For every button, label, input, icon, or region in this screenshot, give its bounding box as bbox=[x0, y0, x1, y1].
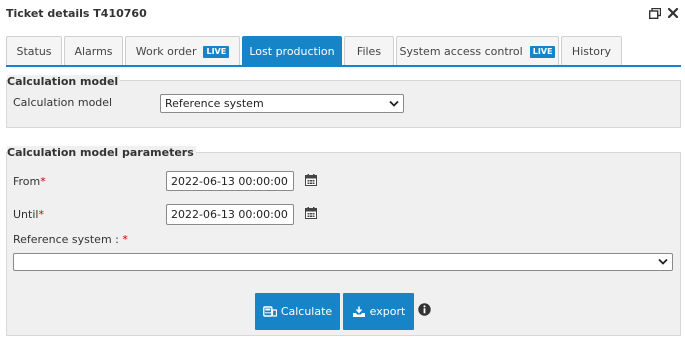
parameters-section-title: Calculation model parameters bbox=[7, 146, 196, 159]
until-label-text: Until bbox=[13, 208, 39, 221]
info-icon[interactable] bbox=[418, 303, 431, 316]
calculate-button[interactable]: Calculate bbox=[255, 293, 340, 330]
from-label: From* bbox=[13, 175, 46, 188]
tab-label: Lost production bbox=[249, 45, 335, 58]
from-label-text: From bbox=[13, 175, 41, 188]
tab-label: Files bbox=[356, 45, 382, 58]
calculation-model-label: Calculation model bbox=[13, 96, 113, 109]
calculate-label: Calculate bbox=[280, 305, 333, 318]
tab-files[interactable]: Files bbox=[344, 36, 394, 66]
reference-system-select[interactable] bbox=[13, 253, 673, 271]
reference-system-label-text: Reference system : bbox=[13, 233, 119, 246]
tab-underline bbox=[6, 65, 681, 67]
live-badge: LIVE bbox=[203, 45, 230, 58]
chevron-down-icon bbox=[658, 258, 668, 265]
tab-alarms[interactable]: Alarms bbox=[64, 36, 123, 66]
calculation-model-select[interactable]: Reference system bbox=[160, 94, 404, 113]
restore-window-icon[interactable] bbox=[649, 8, 661, 19]
tab-system-access-control[interactable]: System access control LIVE bbox=[396, 36, 559, 66]
tab-history[interactable]: History bbox=[561, 36, 622, 66]
tab-lost-production[interactable]: Lost production bbox=[242, 36, 342, 66]
tab-label: Work order bbox=[135, 45, 197, 58]
required-mark: * bbox=[38, 208, 44, 221]
tab-work-order[interactable]: Work order LIVE bbox=[125, 36, 240, 66]
required-mark: * bbox=[122, 233, 128, 246]
tab-bar: Status Alarms Work order LIVE Lost produ… bbox=[6, 36, 679, 66]
export-icon bbox=[352, 306, 365, 317]
tab-label: History bbox=[571, 45, 612, 58]
tab-status[interactable]: Status bbox=[6, 36, 62, 66]
until-date-value: 2022-06-13 00:00:00 bbox=[171, 208, 288, 221]
dialog-titlebar: Ticket details T410760 bbox=[0, 0, 685, 30]
reference-system-label: Reference system : * bbox=[13, 233, 128, 246]
from-date-value: 2022-06-13 00:00:00 bbox=[171, 174, 288, 188]
calculation-model-value: Reference system bbox=[165, 97, 264, 110]
export-button[interactable]: export bbox=[343, 293, 414, 330]
live-badge: LIVE bbox=[529, 45, 556, 58]
tab-label: System access control bbox=[399, 45, 523, 58]
until-label: Until* bbox=[13, 208, 44, 221]
calculation-model-section-title: Calculation model bbox=[7, 75, 121, 88]
calendar-icon[interactable] bbox=[305, 174, 317, 186]
close-icon[interactable] bbox=[666, 6, 680, 20]
calculator-icon bbox=[262, 306, 277, 317]
calendar-icon[interactable] bbox=[305, 207, 317, 219]
required-mark: * bbox=[40, 175, 46, 188]
tab-label: Alarms bbox=[74, 45, 113, 58]
until-date-field[interactable]: 2022-06-13 00:00:00 bbox=[166, 204, 294, 225]
dialog-title: Ticket details T410760 bbox=[6, 7, 147, 20]
export-label: export bbox=[369, 305, 406, 318]
tab-label: Status bbox=[16, 45, 52, 58]
from-date-field[interactable]: 2022-06-13 00:00:00 bbox=[166, 171, 294, 191]
chevron-down-icon bbox=[389, 100, 399, 107]
